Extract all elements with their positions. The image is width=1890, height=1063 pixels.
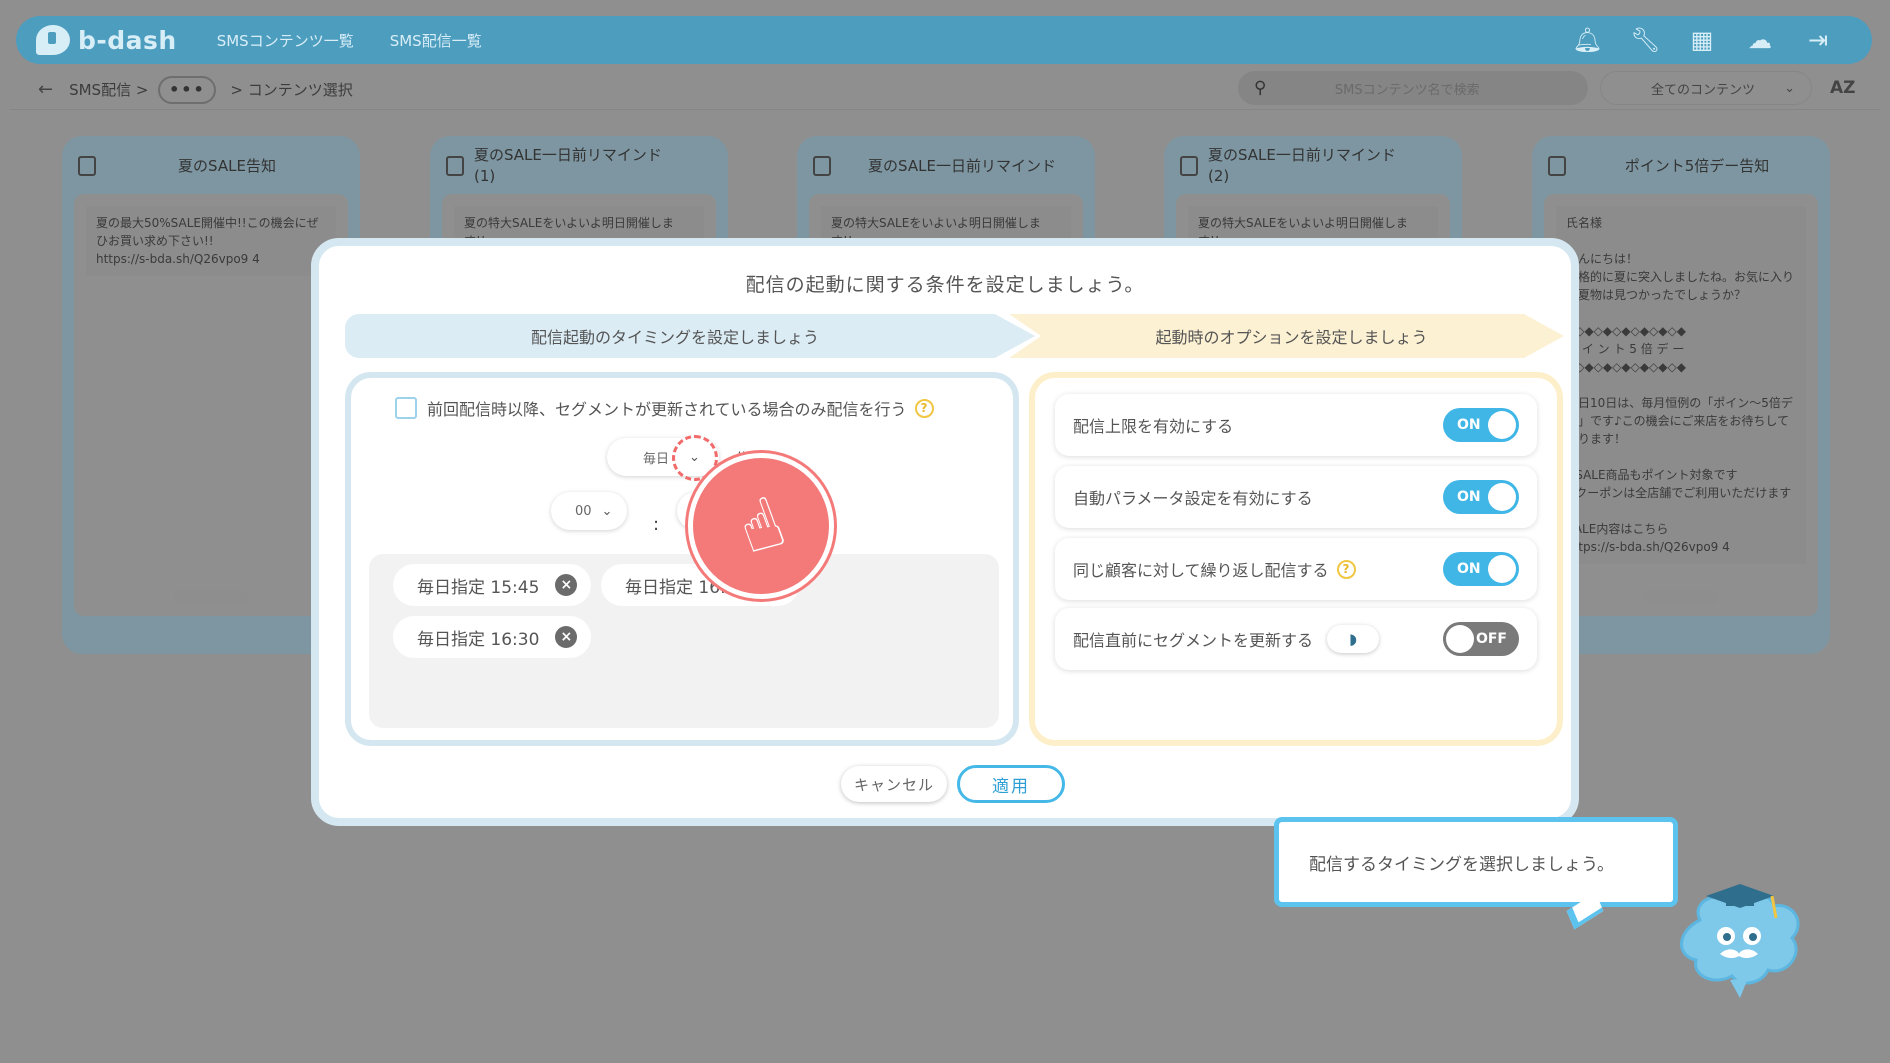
schedule-chip: 毎日指定 15:45 ×: [393, 564, 592, 606]
toggle-switch[interactable]: ON: [1443, 408, 1519, 442]
option-row: 自動パラメータ設定を有効にする ON: [1055, 466, 1537, 528]
grid-icon[interactable]: ▦: [1688, 26, 1716, 54]
breadcrumb-more-button[interactable]: •••: [158, 75, 217, 104]
nav-sms-deliveries[interactable]: SMS配信一覧: [390, 30, 482, 51]
trigger-settings-dialog: 配信の起動に関する条件を設定しましょう。 配信起動のタイミングを設定しましょう …: [311, 238, 1579, 826]
step-options: 起動時のオプションを設定しましょう: [1009, 314, 1564, 358]
bdash-logo[interactable]: b-dash: [36, 25, 177, 55]
card-title: 夏のSALE告知: [178, 156, 276, 175]
option-row: 配信直前にセグメントを更新する ◗ OFF: [1055, 608, 1537, 670]
card-title: ポイント5倍デー告知: [1624, 156, 1770, 175]
card-title: 夏のSALE一日前リマインド: [868, 156, 1056, 175]
nav-sms-contents[interactable]: SMSコンテンツ一覧: [217, 30, 354, 51]
cancel-button[interactable]: キャンセル: [841, 766, 947, 802]
schedule-label: 毎日指定 15:45: [417, 577, 540, 598]
card-title: 夏のSALE一日前リマインド (1): [474, 146, 662, 185]
option-row: 配信上限を有効にする ON: [1055, 394, 1537, 456]
schedule-list: 毎日指定 15:45 × 毎日指定 16:00 × 毎日指定 16:30 ×: [369, 554, 999, 728]
logo-text: b-dash: [78, 25, 177, 55]
pointing-hand-icon: ☝: [688, 453, 834, 599]
sms-doc-icon: [813, 156, 831, 176]
top-navbar: b-dash SMSコンテンツ一覧 SMS配信一覧 🔔︎ 🔧︎ ▦ ☁ ⇥: [16, 16, 1872, 64]
chevron-down-icon: ⌄: [1784, 80, 1795, 96]
beginner-mark-icon[interactable]: ◗: [1327, 625, 1380, 653]
toggle-switch[interactable]: ON: [1443, 552, 1519, 586]
tooltip-text: 配信するタイミングを選択しましょう。: [1309, 854, 1614, 875]
toggle-switch[interactable]: OFF: [1443, 622, 1519, 656]
breadcrumb-root[interactable]: SMS配信 >: [69, 79, 148, 100]
search-input[interactable]: ⚲ SMSコンテンツ名で検索: [1238, 71, 1588, 105]
wrench-icon[interactable]: 🔧︎: [1630, 26, 1660, 54]
help-icon[interactable]: ?: [1336, 559, 1356, 579]
sms-doc-icon: [1180, 156, 1198, 176]
apply-button[interactable]: 適用: [957, 765, 1065, 803]
step-timing: 配信起動のタイミングを設定しましょう: [345, 314, 1035, 358]
frequency-value: 毎日: [643, 451, 670, 467]
option-row: 同じ顧客に対して繰り返し配信する? ON: [1055, 538, 1537, 600]
cloud-brain-icon[interactable]: ☁: [1746, 26, 1774, 54]
dialog-title: 配信の起動に関する条件を設定しましょう。: [745, 274, 1145, 296]
card-text: 夏の最大50%SALE開催中!!この機会にぜひお買い求め下さい!! https:…: [86, 206, 336, 276]
schedule-chip: 毎日指定 16:30 ×: [393, 616, 592, 658]
help-icon[interactable]: ?: [914, 398, 934, 418]
options-panel: 配信上限を有効にする ON 自動パラメータ設定を有効にする ON 同じ顧客に対し…: [1029, 372, 1563, 746]
card-title: 夏のSALE一日前リマインド (2): [1208, 146, 1396, 185]
segment-updated-only-label: 前回配信時以降、セグメントが更新されている場合のみ配信を行う: [427, 400, 907, 419]
back-arrow-icon[interactable]: ←: [38, 79, 53, 100]
sms-doc-icon: [1548, 156, 1566, 176]
logo-bubble-icon: [36, 25, 70, 55]
hour-value: 00: [575, 503, 592, 519]
sms-doc-icon: [78, 156, 96, 176]
option-label: 配信上限を有効にする: [1073, 417, 1234, 436]
schedule-label: 毎日指定 16:30: [417, 629, 540, 650]
toggle-switch[interactable]: ON: [1443, 480, 1519, 514]
option-label: 同じ顧客に対して繰り返し配信する: [1073, 561, 1329, 580]
timing-panel: 前回配信時以降、セグメントが更新されている場合のみ配信を行う ? 毎日 ⌄ 指定…: [345, 372, 1019, 746]
card-text: 氏名様 こんにちは！ 本格的に夏に突入しましたね。お気に入りの夏物は見つかったで…: [1556, 206, 1806, 564]
search-icon: ⚲: [1254, 78, 1267, 98]
chevron-down-icon: ⌄: [601, 503, 613, 519]
segment-updated-only-checkbox[interactable]: [395, 397, 417, 419]
tutorial-tooltip: 配信するタイミングを選択しましょう。: [1274, 817, 1678, 907]
content-filter-select[interactable]: 全てのコンテンツ ⌄: [1600, 71, 1812, 105]
mascot-icon: [1680, 884, 1800, 998]
search-placeholder: SMSコンテンツ名で検索: [1334, 82, 1480, 98]
sms-doc-icon: [446, 156, 464, 176]
hour-select[interactable]: 00 ⌄: [551, 492, 627, 530]
bell-icon[interactable]: 🔔︎: [1572, 26, 1602, 54]
filter-value: 全てのコンテンツ: [1651, 82, 1756, 98]
option-label: 配信直前にセグメントを更新する: [1073, 631, 1314, 650]
option-label: 自動パラメータ設定を有効にする: [1073, 489, 1313, 508]
time-colon: :: [653, 514, 660, 535]
card-select-pill[interactable]: [174, 590, 248, 604]
breadcrumb-current: > コンテンツ選択: [230, 81, 353, 99]
card-select-pill[interactable]: [1644, 590, 1718, 604]
logout-icon[interactable]: ⇥: [1804, 26, 1832, 54]
sort-az-button[interactable]: AZ: [1830, 78, 1855, 98]
segment-updated-only-row: 前回配信時以降、セグメントが更新されている場合のみ配信を行う ?: [395, 396, 934, 420]
remove-icon[interactable]: ×: [555, 574, 578, 596]
remove-icon[interactable]: ×: [555, 626, 578, 648]
breadcrumb-bar: ← SMS配信 > ••• > コンテンツ選択 ⚲ SMSコンテンツ名で検索 全…: [10, 70, 1880, 110]
